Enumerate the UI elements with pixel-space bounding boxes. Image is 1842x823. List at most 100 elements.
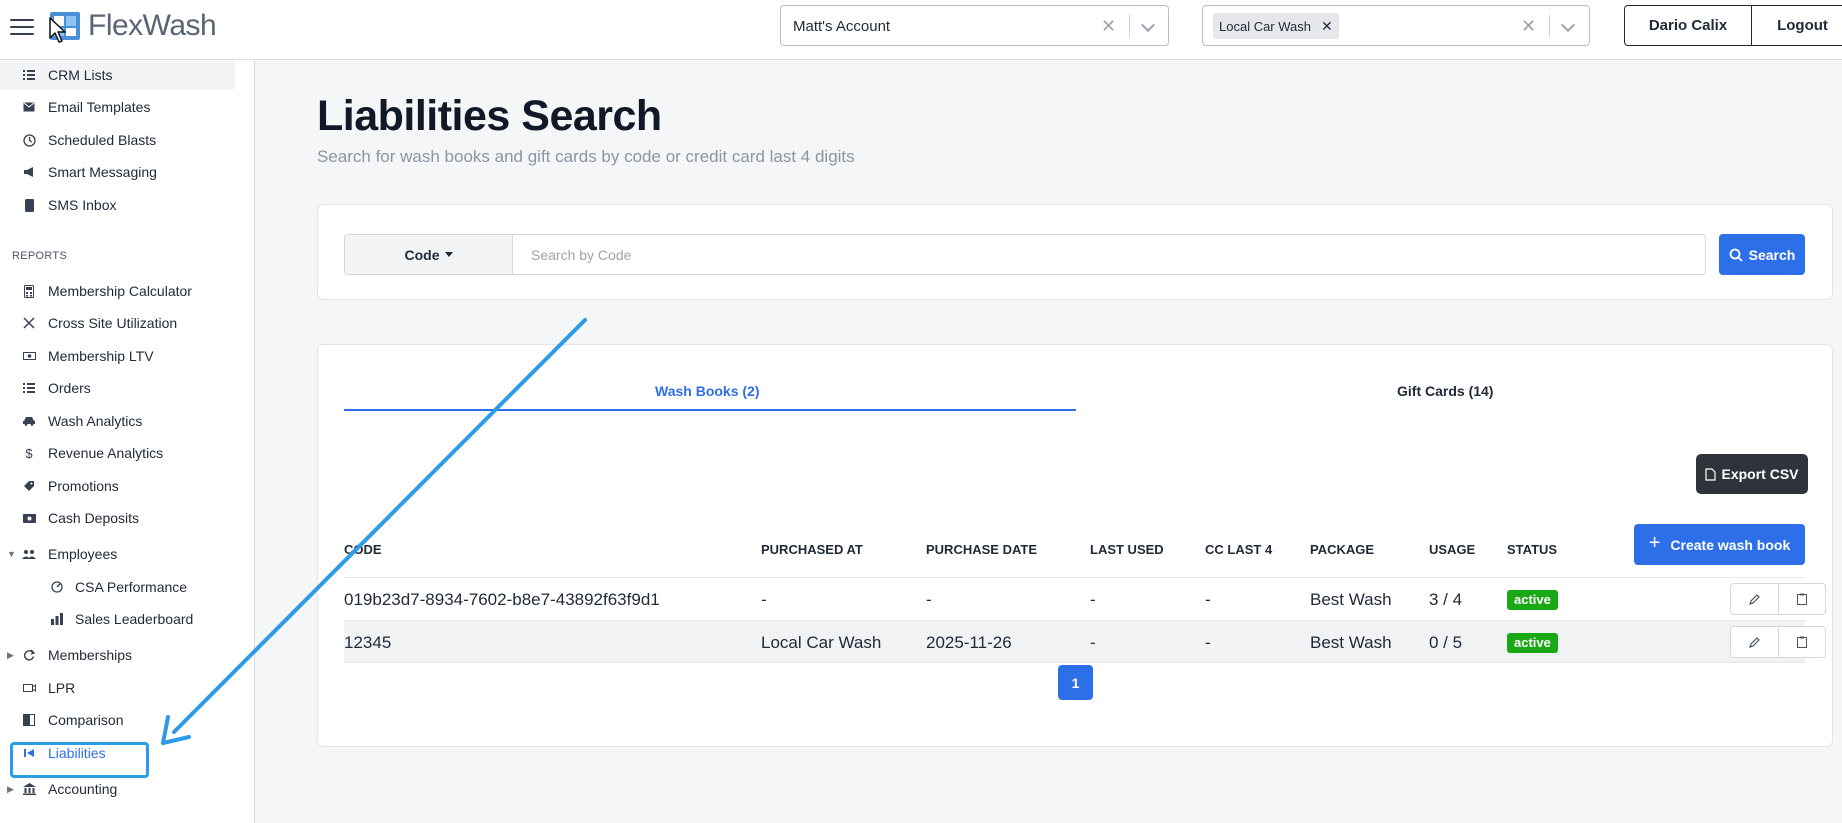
megaphone-icon xyxy=(22,165,36,179)
cell-purchase-date: - xyxy=(926,590,932,609)
column-header-purchased-at[interactable]: PURCHASED AT xyxy=(761,542,863,557)
sidebar-item-wash-analytics[interactable]: Wash Analytics xyxy=(0,406,235,436)
camera-icon xyxy=(22,681,36,695)
cell-code: 12345 xyxy=(344,633,392,652)
edit-pencil-icon[interactable] xyxy=(1731,627,1779,657)
cell-usage: 0 / 5 xyxy=(1429,633,1463,652)
page-subtitle: Search for wash books and gift cards by … xyxy=(317,147,855,166)
mouse-cursor-icon xyxy=(49,17,66,43)
sidebar-item-promotions[interactable]: Promotions xyxy=(0,471,235,501)
search-mode-dropdown[interactable]: Code xyxy=(345,235,513,274)
reports-section-label: REPORTS xyxy=(12,250,68,262)
sidebar-item-csa-performance[interactable]: CSA Performance xyxy=(0,572,235,602)
sidebar-item-accounting[interactable]: ▶ Accounting xyxy=(0,774,235,804)
site-chip: Local Car Wash ✕ xyxy=(1213,13,1339,39)
bar-chart-icon xyxy=(50,612,64,626)
site-chip-remove-icon[interactable]: ✕ xyxy=(1321,18,1333,35)
sidebar-item-membership-calculator[interactable]: Membership Calculator xyxy=(0,276,235,306)
sidebar-item-memberships[interactable]: ▶ Memberships xyxy=(0,640,235,670)
sidebar-item-comparison[interactable]: Comparison xyxy=(0,705,235,735)
caret-down-icon xyxy=(444,252,453,257)
cell-last-used: - xyxy=(1090,633,1096,652)
sidebar-item-membership-ltv[interactable]: Membership LTV xyxy=(0,341,235,371)
shuffle-icon xyxy=(22,316,36,330)
brand-logo[interactable]: FlexWash xyxy=(48,9,217,43)
cell-code: 019b23d7-8934-7602-b8e7-43892f63f9d1 xyxy=(344,590,660,609)
column-header-usage[interactable]: USAGE xyxy=(1429,542,1475,557)
row-actions xyxy=(1730,583,1826,615)
sidebar-item-crm-lists[interactable]: CRM Lists xyxy=(0,60,235,90)
car-icon xyxy=(22,414,36,428)
brand-name: FlexWash xyxy=(88,9,217,42)
sidebar-item-revenue-analytics[interactable]: $ Revenue Analytics xyxy=(0,438,235,468)
cell-cc-last-4: - xyxy=(1205,590,1211,609)
sidebar-item-email-templates[interactable]: Email Templates xyxy=(0,92,235,122)
column-header-package[interactable]: PACKAGE xyxy=(1310,542,1374,557)
site-chip-label: Local Car Wash xyxy=(1219,18,1311,34)
plus-icon: + xyxy=(1648,532,1661,554)
account-clear-icon[interactable]: ✕ xyxy=(1101,16,1116,37)
page-title: Liabilities Search xyxy=(317,92,662,140)
sidebar-item-employees[interactable]: ▼ Employees xyxy=(0,539,235,569)
column-header-purchase-date[interactable]: PURCHASE DATE xyxy=(926,542,1037,557)
table-row[interactable]: 019b23d7-8934-7602-b8e7-43892f63f9d1 - -… xyxy=(344,577,1826,620)
sidebar-item-scheduled-blasts[interactable]: Scheduled Blasts xyxy=(0,125,235,155)
edit-pencil-icon[interactable] xyxy=(1731,584,1779,614)
file-icon xyxy=(1705,467,1717,481)
sidebar-item-cross-site-utilization[interactable]: Cross Site Utilization xyxy=(0,308,235,338)
account-select[interactable]: Matt's Account ✕ xyxy=(780,5,1169,46)
orders-list-icon xyxy=(22,381,36,395)
tag-icon xyxy=(22,479,36,493)
bank-icon xyxy=(22,782,36,796)
column-header-cc-last-4[interactable]: CC LAST 4 xyxy=(1205,542,1272,557)
table-row[interactable]: 12345 Local Car Wash 2025-11-26 - - Best… xyxy=(344,620,1826,663)
user-button-group: Dario Calix Logout xyxy=(1624,5,1842,46)
site-chevron-down-icon[interactable] xyxy=(1560,17,1576,33)
users-icon xyxy=(22,547,36,561)
cell-purchased-at: Local Car Wash xyxy=(761,633,882,652)
account-chevron-down-icon[interactable] xyxy=(1140,17,1156,33)
search-card: Code Search xyxy=(317,204,1833,300)
sidebar-item-orders[interactable]: Orders xyxy=(0,373,235,403)
column-header-last-used[interactable]: LAST USED xyxy=(1090,542,1164,557)
hamburger-menu-icon[interactable] xyxy=(10,14,34,38)
pagination-page-button[interactable]: 1 xyxy=(1058,665,1093,700)
search-input[interactable] xyxy=(513,235,1705,274)
phone-icon xyxy=(22,198,36,212)
clock-icon xyxy=(22,133,36,147)
caret-right-icon[interactable]: ▶ xyxy=(7,784,14,795)
account-select-value: Matt's Account xyxy=(793,18,891,35)
export-csv-button[interactable]: Export CSV xyxy=(1696,454,1808,494)
cell-cc-last-4: - xyxy=(1205,633,1211,652)
logout-button[interactable]: Logout xyxy=(1752,5,1842,46)
row-actions xyxy=(1730,626,1826,658)
cell-purchased-at: - xyxy=(761,590,767,609)
tab-wash-books[interactable]: Wash Books (2) xyxy=(655,383,760,399)
search-group: Code xyxy=(344,234,1706,275)
dollar-icon: $ xyxy=(25,445,33,461)
create-wash-book-button[interactable]: + Create wash book xyxy=(1634,524,1805,565)
account-select-divider xyxy=(1129,15,1130,37)
site-select[interactable]: Local Car Wash ✕ ✕ xyxy=(1202,5,1590,46)
sidebar-item-lpr[interactable]: LPR xyxy=(0,673,235,703)
cash-icon xyxy=(22,511,36,525)
clipboard-icon[interactable] xyxy=(1779,627,1826,657)
sidebar: CRM Lists Email Templates Scheduled Blas… xyxy=(0,60,255,823)
sidebar-item-cash-deposits[interactable]: Cash Deposits xyxy=(0,503,235,533)
site-select-divider xyxy=(1549,15,1550,37)
column-header-code[interactable]: CODE xyxy=(344,542,382,557)
caret-right-icon[interactable]: ▶ xyxy=(7,650,14,661)
money-icon xyxy=(22,349,36,363)
status-badge: active xyxy=(1507,590,1558,610)
cell-last-used: - xyxy=(1090,590,1096,609)
column-header-status[interactable]: STATUS xyxy=(1507,542,1557,557)
clipboard-icon[interactable] xyxy=(1779,584,1826,614)
sidebar-item-smart-messaging[interactable]: Smart Messaging xyxy=(0,157,235,187)
caret-down-icon[interactable]: ▼ xyxy=(7,549,16,559)
site-clear-icon[interactable]: ✕ xyxy=(1521,16,1536,37)
user-profile-button[interactable]: Dario Calix xyxy=(1624,5,1752,46)
search-button[interactable]: Search xyxy=(1719,234,1805,275)
tab-gift-cards[interactable]: Gift Cards (14) xyxy=(1397,383,1493,399)
sidebar-item-sales-leaderboard[interactable]: Sales Leaderboard xyxy=(0,604,235,634)
sidebar-item-sms-inbox[interactable]: SMS Inbox xyxy=(0,190,235,220)
